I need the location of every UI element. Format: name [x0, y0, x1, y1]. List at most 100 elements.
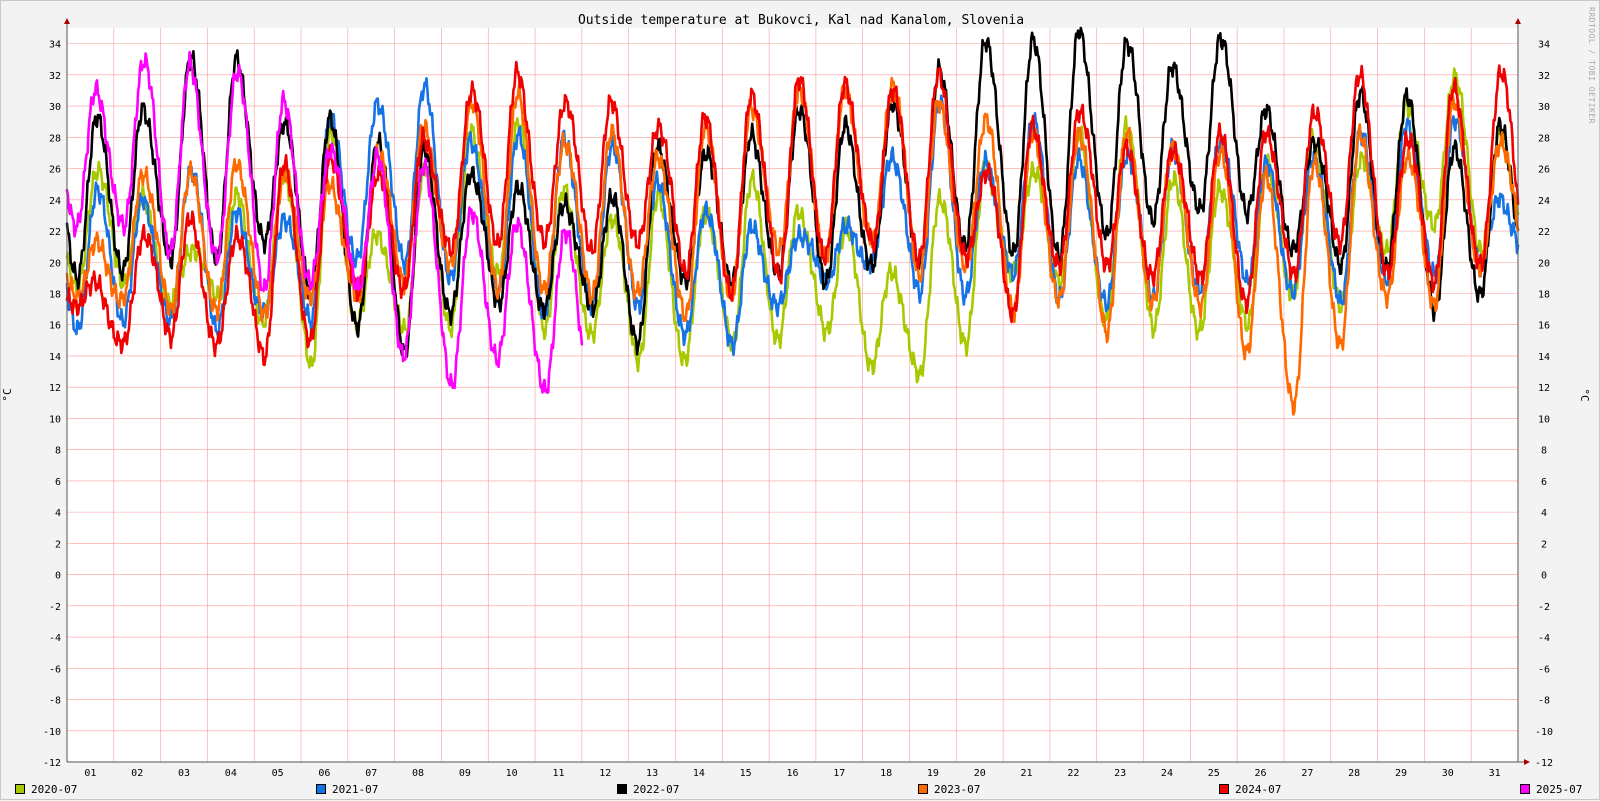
x-tick-label: 14 [693, 768, 705, 779]
y-tick-label-right: 2 [1541, 539, 1547, 550]
y-tick-label-left: 22 [49, 227, 61, 238]
y-axis-arrow-left [64, 18, 70, 24]
legend-label: 2022-07 [633, 782, 680, 796]
x-tick-label: 08 [412, 768, 424, 779]
y-tick-label-right: 24 [1538, 196, 1550, 207]
legend-swatch [316, 784, 326, 794]
x-axis-arrow [1524, 759, 1530, 765]
legend-label: 2025-07 [1536, 782, 1583, 796]
x-tick-label: 31 [1489, 768, 1501, 779]
y-axis-arrow-right [1515, 18, 1521, 24]
y-tick-label-right: 6 [1541, 477, 1547, 488]
x-tick-label: 22 [1067, 768, 1079, 779]
x-tick-label: 13 [646, 768, 658, 779]
y-tick-label-left: 30 [49, 102, 61, 113]
y-tick-label-right: 0 [1541, 571, 1547, 582]
y-tick-label-left: -2 [49, 602, 61, 613]
legend-item-2022: 2022-07 [617, 781, 679, 797]
y-axis-label-left: °C [1, 388, 14, 401]
x-tick-label: 17 [833, 768, 845, 779]
legend-label: 2023-07 [934, 782, 981, 796]
legend-item-2024: 2024-07 [1219, 781, 1281, 797]
legend-swatch [1520, 784, 1530, 794]
y-tick-label-left: -4 [49, 633, 61, 644]
y-tick-label-right: 34 [1538, 40, 1550, 51]
x-tick-label: 01 [84, 768, 96, 779]
y-tick-label-right: 18 [1538, 289, 1550, 300]
y-tick-label-left: 4 [55, 508, 61, 519]
y-tick-label-left: 2 [55, 539, 61, 550]
x-tick-label: 09 [459, 768, 471, 779]
y-tick-label-left: 16 [49, 321, 61, 332]
x-tick-label: 11 [552, 768, 564, 779]
y-tick-label-right: -12 [1535, 758, 1553, 769]
y-tick-label-left: 0 [55, 571, 61, 582]
legend-swatch [15, 784, 25, 794]
y-tick-label-left: 20 [49, 258, 61, 269]
y-tick-label-right: 10 [1538, 414, 1550, 425]
y-tick-label-right: 22 [1538, 227, 1550, 238]
x-tick-label: 10 [506, 768, 518, 779]
x-tick-label: 21 [1021, 768, 1033, 779]
x-tick-label: 30 [1442, 768, 1454, 779]
y-tick-label-right: 28 [1538, 133, 1550, 144]
x-tick-label: 03 [178, 768, 190, 779]
x-tick-label: 26 [1255, 768, 1267, 779]
y-tick-label-right: -10 [1535, 727, 1553, 738]
y-tick-label-left: 32 [49, 71, 61, 82]
y-tick-label-left: 24 [49, 196, 61, 207]
y-tick-label-left: -8 [49, 696, 61, 707]
x-tick-label: 18 [880, 768, 892, 779]
y-tick-label-right: -6 [1538, 664, 1550, 675]
chart-frame: -12 -12 -10 -10 -8 -8 -6 -6 -4 -4 -2 -2 0 0 2 2 4 4 6 6 8 8 10… [0, 0, 1600, 800]
x-tick-label: 24 [1161, 768, 1173, 779]
legend-label: 2021-07 [332, 782, 379, 796]
watermark: RRDTOOL / TOBI OETIKER [1587, 7, 1596, 124]
y-tick-label-right: 16 [1538, 321, 1550, 332]
legend-swatch [1219, 784, 1229, 794]
y-tick-label-left: 8 [55, 446, 61, 457]
x-tick-label: 28 [1348, 768, 1360, 779]
legend-item-2025: 2025-07 [1520, 781, 1582, 797]
y-tick-label-left: 26 [49, 165, 61, 176]
legend-item-2020: 2020-07 [15, 781, 77, 797]
x-tick-label: 27 [1301, 768, 1313, 779]
x-tick-label: 02 [131, 768, 143, 779]
legend-swatch [617, 784, 627, 794]
x-tick-label: 06 [318, 768, 330, 779]
y-tick-label-left: 14 [49, 352, 61, 363]
x-tick-label: 05 [272, 768, 284, 779]
x-tick-label: 16 [786, 768, 798, 779]
x-tick-label: 23 [1114, 768, 1126, 779]
legend-item-2023: 2023-07 [918, 781, 980, 797]
y-tick-label-right: 4 [1541, 508, 1547, 519]
y-tick-label-left: 18 [49, 289, 61, 300]
y-tick-label-right: 30 [1538, 102, 1550, 113]
y-tick-label-left: 10 [49, 414, 61, 425]
x-tick-label: 19 [927, 768, 939, 779]
x-tick-label: 20 [974, 768, 986, 779]
y-tick-label-right: 26 [1538, 165, 1550, 176]
legend-item-2021: 2021-07 [316, 781, 378, 797]
temperature-chart: -12 -12-10 -10-8 -8-6 -6-4 -4-2 -20 02 24 46 68 810… [1, 13, 1591, 779]
y-tick-label-left: 28 [49, 133, 61, 144]
x-tick-label: 25 [1208, 768, 1220, 779]
y-tick-label-left: 6 [55, 477, 61, 488]
y-tick-label-left: 34 [49, 40, 61, 51]
y-tick-label-left: -12 [43, 758, 61, 769]
x-tick-label: 07 [365, 768, 377, 779]
legend-swatch [918, 784, 928, 794]
y-tick-label-right: -8 [1538, 696, 1550, 707]
y-tick-label-right: 14 [1538, 352, 1550, 363]
y-axis-label-right: °C [1578, 388, 1591, 401]
y-tick-label-left: -6 [49, 664, 61, 675]
y-tick-label-right: -4 [1538, 633, 1550, 644]
y-tick-label-right: -2 [1538, 602, 1550, 613]
legend-label: 2024-07 [1235, 782, 1282, 796]
y-tick-label-left: 12 [49, 383, 61, 394]
x-tick-label: 29 [1395, 768, 1407, 779]
y-tick-label-right: 32 [1538, 71, 1550, 82]
legend-label: 2020-07 [31, 782, 78, 796]
x-tick-label: 04 [225, 768, 237, 779]
y-tick-label-right: 8 [1541, 446, 1547, 457]
